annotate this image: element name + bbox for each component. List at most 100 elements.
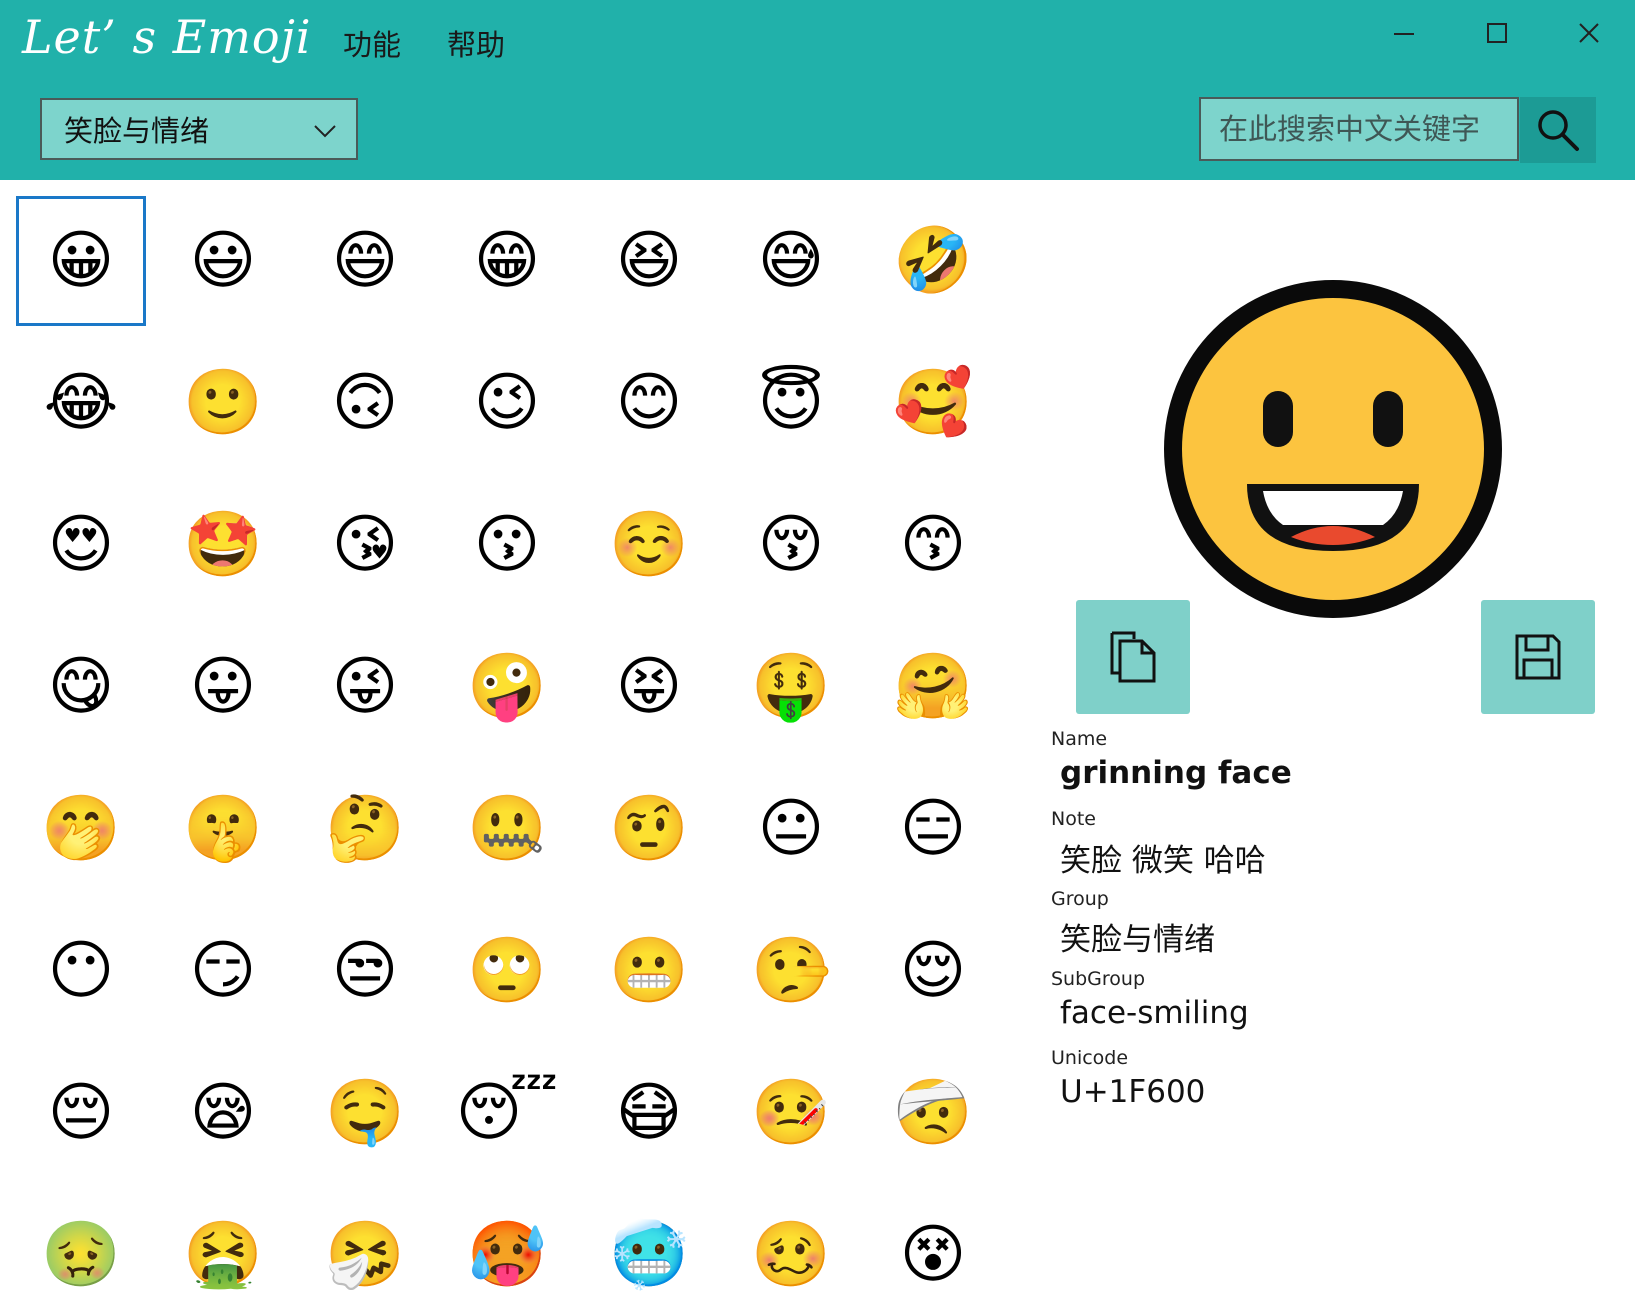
emoji-cell[interactable]: 😍: [16, 480, 146, 610]
unicode-value: U+1F600: [1060, 1074, 1206, 1110]
emoji-cell[interactable]: 😙: [868, 480, 998, 610]
emoji-glyph: 😚: [757, 508, 825, 582]
emoji-cell[interactable]: 😐: [726, 764, 856, 894]
emoji-glyph: 🥵: [467, 1218, 547, 1292]
minimize-button[interactable]: [1366, 8, 1442, 58]
app-title: Let’ s Emoji: [22, 10, 312, 64]
emoji-glyph: 🤣: [893, 224, 973, 298]
emoji-cell[interactable]: 🤣: [868, 196, 998, 326]
menu-help[interactable]: 帮助: [447, 22, 505, 64]
maximize-button[interactable]: [1459, 8, 1535, 58]
emoji-cell[interactable]: 🥶: [584, 1190, 714, 1310]
emoji-cell[interactable]: 😊: [584, 338, 714, 468]
emoji-cell[interactable]: 🤭: [16, 764, 146, 894]
emoji-glyph: 😜: [331, 650, 399, 724]
emoji-cell[interactable]: 🤨: [584, 764, 714, 894]
emoji-cell[interactable]: 😛: [158, 622, 288, 752]
emoji-cell[interactable]: 😵: [868, 1190, 998, 1310]
emoji-cell[interactable]: 😪: [158, 1048, 288, 1178]
emoji-cell[interactable]: 😉: [442, 338, 572, 468]
emoji-cell[interactable]: 😏: [158, 906, 288, 1036]
emoji-cell[interactable]: 😴: [442, 1048, 572, 1178]
emoji-cell[interactable]: 🤥: [726, 906, 856, 1036]
emoji-glyph: 🤭: [41, 792, 121, 866]
emoji-glyph: 😊: [615, 366, 683, 440]
emoji-cell[interactable]: 🤐: [442, 764, 572, 894]
emoji-glyph: 🙂: [183, 366, 263, 440]
close-button[interactable]: [1551, 8, 1627, 58]
group-label: Group: [1051, 888, 1109, 910]
emoji-cell[interactable]: 😂: [16, 338, 146, 468]
emoji-cell[interactable]: 😜: [300, 622, 430, 752]
emoji-glyph: 😇: [757, 366, 825, 440]
menu-features[interactable]: 功能: [343, 22, 401, 64]
emoji-cell[interactable]: 😗: [442, 480, 572, 610]
emoji-glyph: 🥴: [751, 1218, 831, 1292]
emoji-glyph: 😛: [189, 650, 257, 724]
emoji-cell[interactable]: 🥴: [726, 1190, 856, 1310]
emoji-cell[interactable]: 🤔: [300, 764, 430, 894]
emoji-cell[interactable]: 🤑: [726, 622, 856, 752]
emoji-cell[interactable]: 😆: [584, 196, 714, 326]
emoji-cell[interactable]: 😘: [300, 480, 430, 610]
emoji-glyph: 😐: [757, 792, 825, 866]
emoji-cell[interactable]: 🤢: [16, 1190, 146, 1310]
emoji-cell[interactable]: 😝: [584, 622, 714, 752]
emoji-cell[interactable]: 🥵: [442, 1190, 572, 1310]
emoji-cell[interactable]: 😌: [868, 906, 998, 1036]
emoji-cell[interactable]: 😔: [16, 1048, 146, 1178]
emoji-cell[interactable]: 😅: [726, 196, 856, 326]
save-icon: [1515, 634, 1561, 680]
emoji-cell[interactable]: 😁: [442, 196, 572, 326]
emoji-cell[interactable]: 😶: [16, 906, 146, 1036]
emoji-cell[interactable]: 😬: [584, 906, 714, 1036]
emoji-cell[interactable]: 🤗: [868, 622, 998, 752]
emoji-glyph: 🤒: [751, 1076, 831, 1150]
emoji-cell[interactable]: 😚: [726, 480, 856, 610]
emoji-cell[interactable]: 🤧: [300, 1190, 430, 1310]
emoji-glyph: 😃: [189, 224, 257, 298]
detail-emoji-preview: [1164, 280, 1502, 618]
note-value: 笑脸 微笑 哈哈: [1060, 843, 1266, 879]
emoji-glyph: 🤥: [751, 934, 831, 1008]
emoji-cell[interactable]: ☺️: [584, 480, 714, 610]
emoji-cell[interactable]: 🤪: [442, 622, 572, 752]
emoji-glyph: 🥶: [609, 1218, 689, 1292]
emoji-glyph: 😍: [47, 508, 115, 582]
name-value: grinning face: [1060, 755, 1292, 791]
emoji-glyph: 🤪: [467, 650, 547, 724]
emoji-glyph: 🙄: [467, 934, 547, 1008]
emoji-glyph: 😉: [473, 366, 541, 440]
emoji-cell[interactable]: 🙄: [442, 906, 572, 1036]
emoji-glyph: 😪: [189, 1076, 257, 1150]
save-button[interactable]: [1481, 600, 1595, 714]
emoji-cell[interactable]: 😒: [300, 906, 430, 1036]
emoji-cell[interactable]: 😑: [868, 764, 998, 894]
emoji-cell[interactable]: 🤕: [868, 1048, 998, 1178]
emoji-cell[interactable]: 🙃: [300, 338, 430, 468]
emoji-cell[interactable]: 😋: [16, 622, 146, 752]
emoji-cell[interactable]: 😇: [726, 338, 856, 468]
emoji-cell[interactable]: 🙂: [158, 338, 288, 468]
group-dropdown[interactable]: 笑脸与情绪: [40, 98, 358, 160]
chevron-down-icon: [314, 125, 336, 138]
search-input[interactable]: [1199, 97, 1519, 161]
emoji-cell[interactable]: 🤫: [158, 764, 288, 894]
emoji-cell[interactable]: 😷: [584, 1048, 714, 1178]
emoji-cell[interactable]: 🥰: [868, 338, 998, 468]
emoji-glyph: 🤨: [609, 792, 689, 866]
emoji-cell[interactable]: 🤮: [158, 1190, 288, 1310]
emoji-cell[interactable]: 🤤: [300, 1048, 430, 1178]
emoji-cell[interactable]: 🤒: [726, 1048, 856, 1178]
search-button[interactable]: [1520, 97, 1596, 163]
emoji-cell[interactable]: 🤩: [158, 480, 288, 610]
emoji-cell[interactable]: 😃: [158, 196, 288, 326]
emoji-glyph: 🤢: [41, 1218, 121, 1292]
copy-button[interactable]: [1076, 600, 1190, 714]
subgroup-label: SubGroup: [1051, 968, 1146, 990]
copy-icon: [1110, 631, 1156, 683]
emoji-cell[interactable]: 😄: [300, 196, 430, 326]
emoji-glyph: 😒: [331, 934, 399, 1008]
emoji-glyph: 🤧: [325, 1218, 405, 1292]
emoji-cell[interactable]: 😀: [16, 196, 146, 326]
